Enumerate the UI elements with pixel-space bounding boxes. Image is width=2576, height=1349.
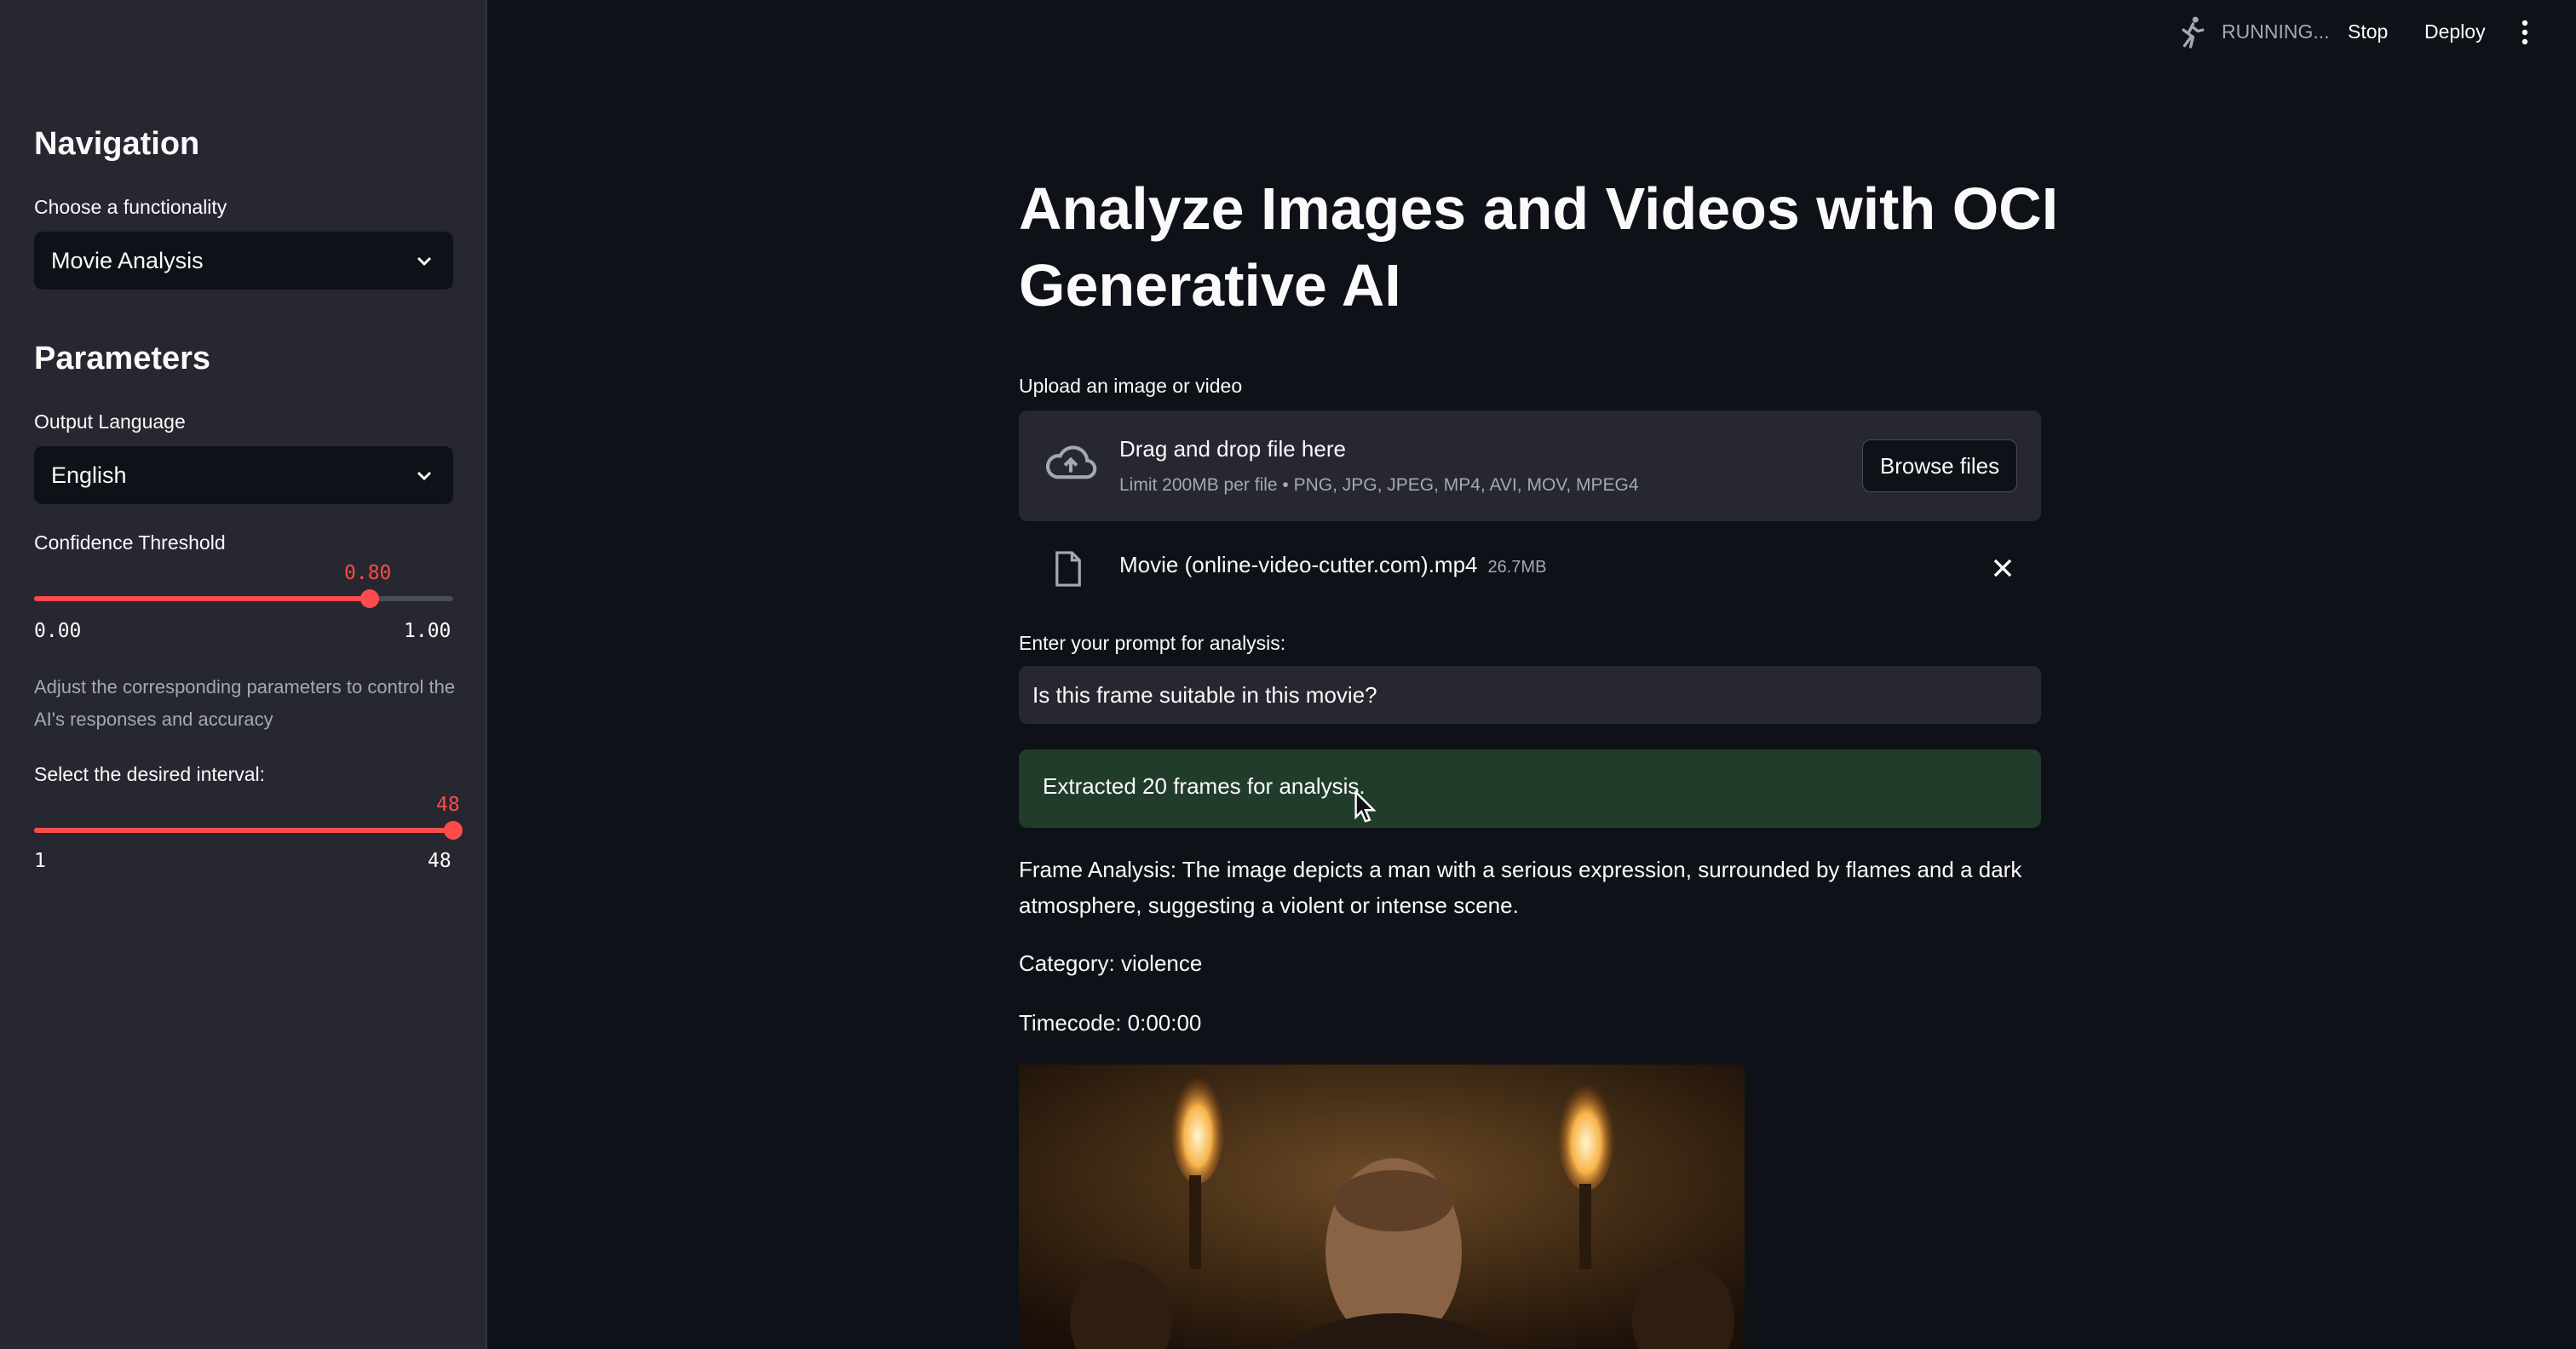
functionality-select[interactable]: Movie Analysis [34,232,453,290]
confidence-slider-fill [34,596,370,601]
interval-value: 48 [436,794,460,816]
success-message: Extracted 20 frames for analysis. [1043,773,1366,799]
file-size: 26.7MB [1487,558,1547,577]
confidence-max: 1.00 [404,620,451,642]
running-man-icon [2182,16,2205,49]
file-uploader-dropzone[interactable]: Drag and drop file here Limit 200MB per … [1019,410,2041,521]
confidence-label: Confidence Threshold [34,531,226,554]
mouse-cursor-icon [1354,790,1377,823]
page-title: Analyze Images and Videos with OCI Gener… [1019,175,2059,319]
close-icon[interactable] [1992,557,2014,579]
functionality-select-value: Movie Analysis [51,247,204,273]
functionality-label: Choose a functionality [34,196,227,218]
language-select-value: English [51,462,127,488]
interval-slider[interactable] [34,821,463,840]
confidence-min: 0.00 [34,620,82,642]
chevron-down-icon [417,256,432,267]
frame-analysis-text: Frame Analysis: The image depicts a man … [1019,857,2022,918]
interval-slider-fill [34,828,453,833]
browse-files-button[interactable]: Browse files [1862,439,2017,492]
prompt-input[interactable] [1019,666,2041,724]
kebab-menu-icon[interactable] [2518,19,2532,46]
confidence-value: 0.80 [344,562,392,584]
file-name: Movie (online-video-cutter.com).mp4 [1119,552,1478,577]
interval-max: 48 [428,850,451,872]
confidence-slider-thumb[interactable] [360,589,379,608]
interval-min: 1 [34,850,46,872]
file-icon [1055,551,1081,587]
category-text: Category: violence [1019,950,1203,976]
upload-title: Drag and drop file here [1119,436,1346,462]
chevron-down-icon [417,471,432,481]
interval-label: Select the desired interval: [34,763,266,785]
cloud-upload-icon [1045,445,1097,479]
upload-limit: Limit 200MB per file • PNG, JPG, JPEG, M… [1119,475,1639,495]
stop-button[interactable]: Stop [2348,20,2388,43]
file-name-row: Movie (online-video-cutter.com).mp4 26.7M… [1119,552,1546,578]
parameters-heading: Parameters [34,341,211,376]
timecode-text: Timecode: 0:00:00 [1019,1010,1202,1036]
help-text: Adjust the corresponding parameters to c… [34,676,456,730]
prompt-label: Enter your prompt for analysis: [1019,632,1286,654]
running-status: RUNNING... [2222,20,2330,43]
success-alert: Extracted 20 frames for analysis. [1019,749,2041,828]
sidebar: Navigation Choose a functionality Movie … [0,0,487,1349]
language-label: Output Language [34,410,186,433]
video-frame-image [1019,1065,1745,1349]
navigation-heading: Navigation [34,126,200,162]
uploaded-file: Movie (online-video-cutter.com).mp4 26.7M… [1019,542,2041,596]
confidence-slider[interactable] [34,589,453,608]
interval-slider-thumb[interactable] [444,821,463,840]
deploy-button[interactable]: Deploy [2424,20,2486,43]
upload-label: Upload an image or video [1019,375,1243,397]
language-select[interactable]: English [34,446,453,504]
